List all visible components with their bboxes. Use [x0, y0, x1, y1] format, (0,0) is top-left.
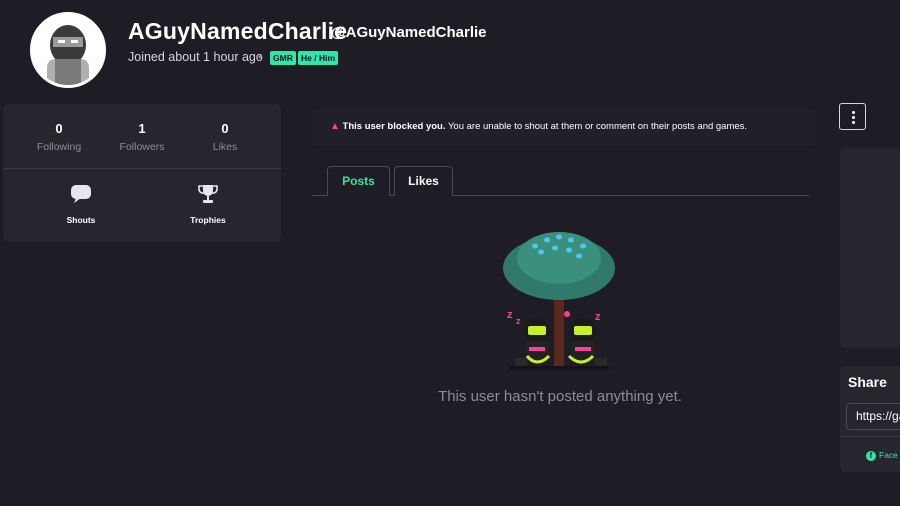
profile-tabs: Posts Likes: [312, 166, 809, 196]
avatar: [30, 12, 106, 88]
profile-username: AGuyNamedCharlie: [128, 18, 348, 44]
trophies-label: Trophies: [190, 215, 226, 225]
tab-likes[interactable]: Likes: [394, 166, 453, 196]
share-facebook-link[interactable]: f Face: [866, 450, 898, 461]
warning-icon: ▲: [330, 121, 340, 132]
following-label: Following: [36, 141, 82, 153]
separator-dot: •: [258, 50, 263, 64]
shouts-label: Shouts: [66, 215, 96, 225]
stats-divider: [3, 168, 281, 169]
speech-bubble-icon: [71, 185, 91, 203]
likes-count: 0: [221, 121, 229, 136]
side-panel: [840, 148, 900, 348]
blocked-banner: ▲ This user blocked you. You are unable …: [312, 108, 817, 146]
share-title: Share: [848, 374, 887, 390]
stats-card: 0 Following 1 Followers 0 Likes Shouts T…: [3, 104, 281, 242]
share-divider: [840, 436, 900, 437]
joined-date: Joined about 1 hour ago: [128, 50, 263, 64]
svg-text:z: z: [595, 311, 601, 323]
svg-text:z: z: [516, 316, 521, 326]
share-card: Share https://ga fFace: [840, 366, 900, 472]
svg-text:z: z: [507, 309, 513, 321]
following-count: 0: [55, 121, 63, 136]
profile-handle: @AGuyNamedCharlie: [331, 24, 487, 41]
facebook-label: Face: [879, 450, 898, 460]
tag-gmr: GMR: [270, 51, 296, 65]
followers-count: 1: [138, 121, 146, 136]
shouts-button[interactable]: Shouts: [41, 184, 121, 225]
tab-posts[interactable]: Posts: [327, 166, 390, 196]
facebook-icon: f: [866, 450, 876, 461]
more-options-button[interactable]: [839, 103, 866, 130]
empty-state-message: This user hasn't posted anything yet.: [438, 388, 682, 405]
blocked-text: You are unable to shout at them or comme…: [447, 121, 748, 132]
ninja-avatar-icon: [33, 15, 103, 85]
stat-followers[interactable]: 1 Followers: [102, 121, 182, 153]
empty-state-illustration: z z z: [499, 226, 619, 376]
stat-following[interactable]: 0 Following: [19, 121, 99, 153]
trophy-icon: [198, 185, 218, 203]
blocked-title: This user blocked you.: [342, 121, 446, 132]
likes-label: Likes: [212, 141, 238, 153]
tag-pronouns: He / Him: [298, 51, 339, 65]
stat-likes[interactable]: 0 Likes: [185, 121, 265, 153]
trophies-button[interactable]: Trophies: [168, 184, 248, 225]
share-url-field[interactable]: https://ga: [846, 403, 900, 430]
followers-label: Followers: [119, 141, 165, 153]
